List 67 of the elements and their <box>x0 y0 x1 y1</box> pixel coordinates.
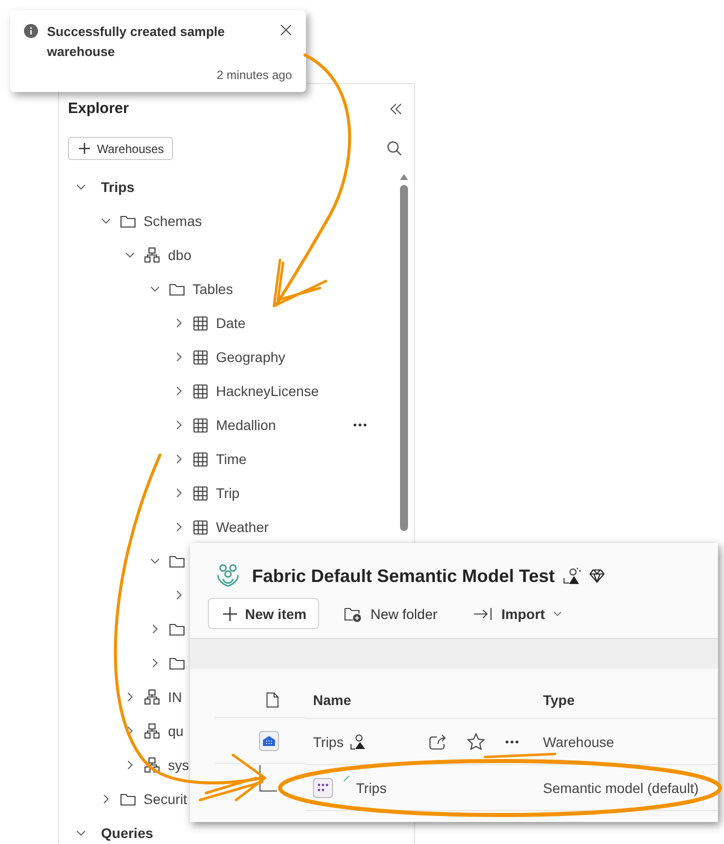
table-icon <box>193 316 208 330</box>
tree-item[interactable]: Tables <box>192 281 233 297</box>
tree-item[interactable]: Schemas <box>144 213 202 229</box>
plus-icon <box>223 606 237 620</box>
tree-item[interactable]: HackneyLicense <box>216 383 319 399</box>
hierarchy-icon <box>144 247 160 263</box>
folder-add-icon <box>344 606 362 622</box>
tree-item[interactable]: Geography <box>216 349 286 365</box>
tree-item[interactable]: Weather <box>216 519 269 535</box>
column-header[interactable]: Type <box>535 692 575 708</box>
hierarchy-icon <box>144 723 160 739</box>
tree-item[interactable]: Date <box>216 315 246 331</box>
import-menu[interactable]: Import <box>462 598 573 629</box>
folder-icon <box>120 214 136 228</box>
tree-item[interactable]: Trips <box>101 179 134 195</box>
more-icon[interactable] <box>505 740 519 744</box>
item-name[interactable]: Trips <box>313 734 344 750</box>
notification-time: 2 minutes ago <box>216 68 292 82</box>
close-icon[interactable] <box>280 24 292 36</box>
chevron-down-icon <box>552 610 562 616</box>
tree-item[interactable]: Medallion <box>216 417 276 433</box>
people-icon <box>216 564 240 588</box>
folder-icon <box>168 622 184 636</box>
tree-item[interactable]: sys <box>168 757 189 773</box>
hierarchy-icon <box>144 757 160 773</box>
info-icon <box>24 24 38 38</box>
toolbar-button[interactable]: New folder <box>333 598 448 629</box>
tree-item[interactable]: Trip <box>216 485 240 501</box>
folder-icon <box>120 792 136 806</box>
new-item-button[interactable]: New item <box>208 598 320 629</box>
tree-item[interactable]: IN <box>168 689 182 705</box>
table-icon <box>193 384 208 398</box>
table-icon <box>193 486 208 500</box>
hierarchy-icon <box>144 689 160 705</box>
item-name[interactable]: Trips <box>356 780 387 796</box>
scroll-up-icon[interactable] <box>400 174 408 180</box>
table-icon <box>193 452 208 466</box>
notification-message: Successfully created sample warehouse <box>47 23 226 61</box>
column-header[interactable]: Name <box>305 692 352 708</box>
folder-icon <box>168 554 184 568</box>
diamond-icon <box>588 569 605 583</box>
tree-item[interactable]: dbo <box>168 247 192 263</box>
tree-item[interactable]: Time <box>216 451 247 467</box>
plus-icon <box>79 143 90 154</box>
more-icon[interactable] <box>353 423 367 427</box>
star-icon[interactable] <box>467 733 485 750</box>
folder-icon <box>168 656 184 670</box>
tree-item[interactable]: Securit <box>144 791 188 807</box>
tree-item[interactable]: qu <box>168 723 184 739</box>
collapse-icon[interactable] <box>390 102 402 114</box>
scrollbar-thumb[interactable] <box>400 185 408 531</box>
item-type: Semantic model (default) <box>542 780 699 796</box>
tree-item[interactable]: Queries <box>101 825 154 841</box>
semantic-model-icon[interactable] <box>313 778 333 798</box>
add-button[interactable]: Warehouses <box>68 137 173 160</box>
share-icon[interactable] <box>429 734 447 750</box>
panel-title: Explorer <box>68 100 129 117</box>
import-icon <box>473 606 494 620</box>
table-icon <box>193 520 208 534</box>
search-icon[interactable] <box>387 141 402 156</box>
table-icon <box>193 418 208 432</box>
folder-icon <box>168 282 184 296</box>
warehouse-icon[interactable] <box>259 731 279 751</box>
table-icon <box>193 350 208 364</box>
workspace-title: Fabric Default Semantic Model Test <box>252 566 555 586</box>
item-type: Warehouse <box>542 734 614 750</box>
document-icon[interactable] <box>266 692 279 708</box>
